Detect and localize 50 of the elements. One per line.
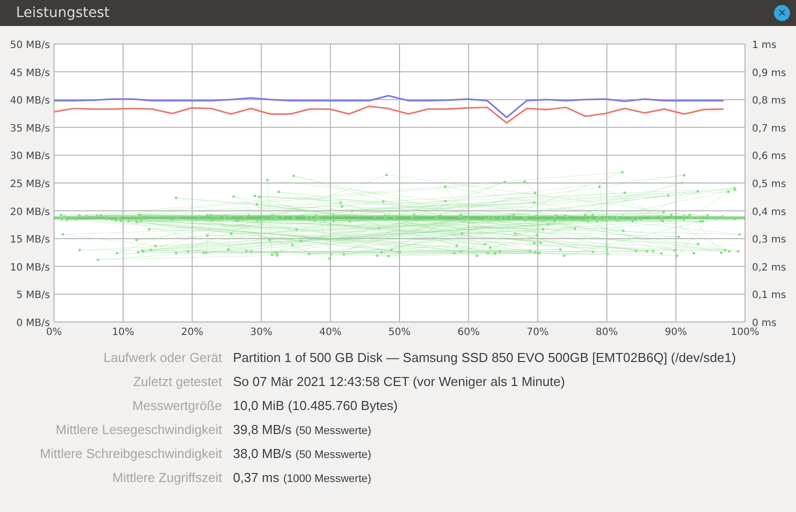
detail-note: (50 Messwerte) (296, 425, 372, 437)
y-axis-label: 0,3 ms (752, 234, 786, 246)
y-axis-label: 30 MB/s (10, 151, 50, 162)
detail-value: 39,8 MB/s (233, 422, 292, 437)
y-axis-label: 1 ms (752, 40, 776, 51)
close-button[interactable]: × (774, 5, 790, 21)
x-axis-label: 50% (388, 327, 411, 338)
detail-label: Zuletzt getestet (132, 374, 222, 389)
x-axis-label: 70% (526, 327, 549, 338)
detail-value: 10,0 MiB (10.485.760 Bytes) (233, 398, 398, 413)
detail-label: Messwertgröße (131, 398, 222, 413)
y-axis-label: 0,9 ms (752, 68, 786, 79)
y-axis-label: 0,5 ms (752, 179, 786, 190)
x-axis-label: 100% (730, 327, 760, 338)
x-axis-label: 90% (664, 327, 688, 338)
detail-label: Mittlere Schreibgeschwindigkeit (38, 446, 222, 461)
y-axis-label: 0,2 ms (752, 262, 786, 274)
y-axis-label: 0,8 ms (752, 96, 786, 107)
detail-label: Laufwerk oder Gerät (102, 350, 222, 365)
x-axis-label: 80% (596, 327, 618, 338)
detail-value: Partition 1 of 500 GB Disk — Samsung SSD 850 EVO 500GB [EMT02B6Q] (/dev/sde1) (233, 350, 736, 365)
detail-value: So 07 Mär 2021 12:43:58 CET (vor Weniger als 1 Minute) (233, 374, 565, 389)
y-axis-label: 45 MB/s (10, 68, 50, 79)
y-axis-label: 40 MB/s (10, 96, 50, 107)
detail-value: 0,37 ms (233, 470, 280, 485)
y-axis-label: 10 MB/s (10, 262, 50, 274)
x-axis-label: 40% (319, 327, 342, 338)
y-axis-label: 15 MB/s (10, 234, 50, 246)
detail-label: Mittlere Zugriffszeit (111, 470, 222, 485)
detail-note: (1000 Messwerte) (283, 473, 372, 485)
y-axis-label: 5 MB/s (16, 290, 50, 302)
y-axis-label: 0,1 ms (752, 290, 786, 302)
y-axis-label: 0,4 ms (752, 206, 786, 218)
x-axis-label: 0% (46, 327, 62, 338)
y-axis-label: 20 MB/s (10, 206, 50, 218)
x-axis-label: 10% (112, 327, 134, 338)
y-axis-label: 0 MB/s (16, 318, 50, 329)
window-title: Leistungstest (16, 5, 110, 21)
x-axis-label: 30% (250, 327, 272, 338)
detail-value: 38,0 MB/s (233, 446, 292, 461)
x-axis-label: 60% (457, 327, 480, 338)
y-axis-label: 0,7 ms (752, 123, 786, 134)
y-axis-label: 0,6 ms (752, 151, 786, 162)
y-axis-label: 25 MB/s (10, 179, 50, 190)
x-axis-label: 20% (181, 327, 204, 338)
detail-label: Mittlere Lesegeschwindigkeit (54, 422, 222, 437)
y-axis-label: 35 MB/s (10, 123, 50, 134)
detail-note: (50 Messwerte) (296, 449, 372, 461)
y-axis-label: 0 ms (752, 318, 776, 329)
y-axis-label: 50 MB/s (10, 40, 50, 51)
